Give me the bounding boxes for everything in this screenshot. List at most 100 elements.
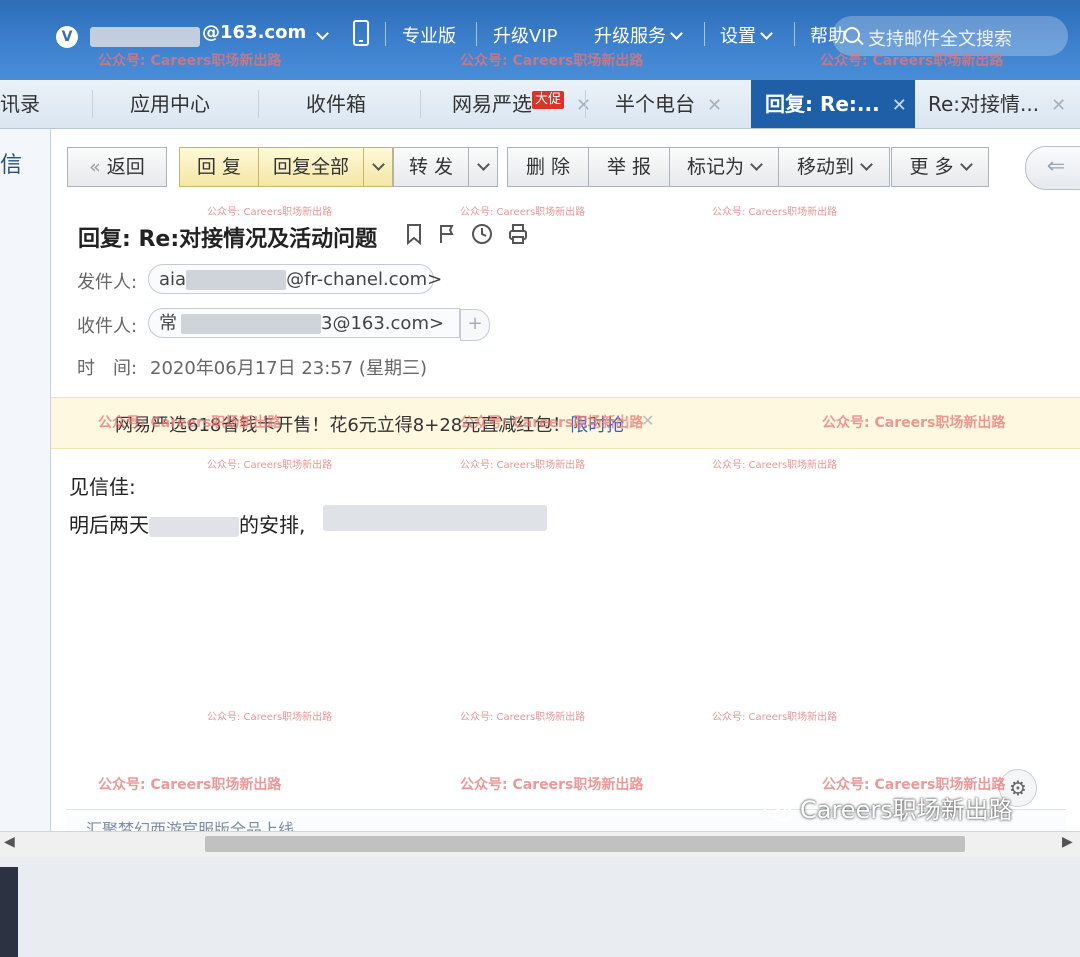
chevron-down-icon (371, 158, 385, 171)
chevron-down-icon (760, 27, 773, 40)
delete-button[interactable]: 删 除 (507, 147, 589, 187)
scroll-left-icon[interactable]: ◀ (4, 834, 15, 850)
account-email[interactable]: @163.com (202, 22, 306, 43)
report-button[interactable]: 举 报 (588, 147, 670, 187)
bookmark-icon[interactable] (405, 223, 423, 249)
brand-watermark: Careers职场新出路 (764, 790, 1013, 825)
clock-icon[interactable] (471, 223, 493, 249)
close-icon[interactable]: ✕ (892, 95, 907, 116)
body-text-start: 明后两天 (69, 513, 149, 537)
mobile-phone-icon[interactable] (352, 20, 370, 51)
wechat-icon (764, 800, 793, 822)
chevron-down-icon (670, 27, 683, 40)
close-icon[interactable]: ✕ (576, 95, 591, 116)
tab-re-docking[interactable]: Re:对接情... ✕ (928, 80, 1066, 128)
left-nav: 信 (0, 129, 51, 957)
tab-label: 讯录 (0, 92, 40, 116)
more-label: 更 多 (909, 156, 954, 178)
menu-pro-edition[interactable]: 专业版 (402, 22, 456, 48)
divider (704, 22, 705, 46)
tab-label: Re:对接情... (928, 92, 1040, 116)
divider (794, 22, 795, 46)
menu-upgrade-vip[interactable]: 升级VIP (493, 22, 557, 48)
tab-radio[interactable]: 半个电台 ✕ (615, 80, 722, 128)
redacted-text (186, 270, 287, 290)
chevron-down-icon (959, 158, 973, 171)
subject-actions (405, 223, 538, 249)
tab-yanxuan[interactable]: 网易严选 大促 ✕ (452, 80, 591, 128)
scroll-right-icon[interactable]: ▶ (1062, 834, 1073, 850)
recipient-address[interactable]: 常 3@163.com> (148, 308, 460, 338)
email-body-line: 明后两天 的安排, (69, 509, 305, 538)
divider (258, 90, 259, 118)
mail-toolbar: «返回 回 复 回复全部 转 发 删 除 举 报 标记为 移动到 更 多 ⇐ (51, 129, 1080, 199)
back-button-label: 返回 (106, 156, 145, 178)
mail-reader: «返回 回 复 回复全部 转 发 删 除 举 报 标记为 移动到 更 多 ⇐ 回… (51, 129, 1080, 832)
promo-banner: 网易严选618省钱卡开售！花6元立得8+28元直减红包！限时抢 ✕ (51, 397, 1080, 449)
close-icon[interactable]: ✕ (641, 411, 654, 430)
email-greeting: 见信佳: (69, 475, 136, 499)
menu-settings-label: 设置 (720, 26, 756, 47)
mark-as-button[interactable]: 标记为 (669, 147, 779, 187)
footer-ad-text[interactable]: 汇聚梦幻西游官服版全品上线 (86, 816, 294, 832)
promo-link[interactable]: 限时抢 (570, 415, 624, 436)
search-icon (844, 27, 860, 43)
redacted-text (181, 314, 321, 334)
sender-address[interactable]: aia @fr-chanel.com> (148, 264, 442, 294)
tab-label: 收件箱 (306, 92, 366, 116)
recipient-suffix: 3@163.com> (321, 313, 445, 334)
divider (476, 22, 477, 46)
top-bar: V @163.com 专业版 升级VIP 升级服务 设置 帮助 支持邮件全文搜索 (0, 0, 1080, 80)
send-time: 2020年06月17日 23:57 (星期三) (150, 358, 427, 379)
previous-arrow-icon[interactable]: ⇐ (1025, 146, 1080, 190)
move-to-button[interactable]: 移动到 (778, 147, 890, 187)
search-input[interactable]: 支持邮件全文搜索 (832, 16, 1068, 56)
forward-dropdown-button[interactable] (468, 147, 498, 187)
time-label: 时 间: (77, 358, 138, 379)
menu-settings[interactable]: 设置 (720, 22, 773, 48)
tab-label: 回复: Re:... (765, 92, 880, 116)
close-icon[interactable]: ✕ (1051, 95, 1066, 116)
reply-button[interactable]: 回 复 (179, 147, 259, 187)
tab-reply-active[interactable]: 回复: Re:... ✕ (751, 80, 915, 128)
redacted-text (149, 516, 239, 537)
menu-upgrade-service[interactable]: 升级服务 (594, 22, 683, 48)
chevron-down-icon (750, 158, 763, 171)
tab-label: 应用中心 (130, 92, 210, 116)
more-button[interactable]: 更 多 (891, 147, 989, 187)
left-nav-label[interactable]: 信 (0, 147, 22, 179)
chevron-down-icon (476, 158, 490, 171)
search-placeholder: 支持邮件全文搜索 (868, 29, 1012, 50)
divider (92, 90, 93, 118)
email-subject: 回复: Re:对接情况及活动问题 (78, 227, 378, 252)
from-label: 发件人: (77, 272, 138, 293)
tab-bar: 讯录 应用中心 收件箱 网易严选 大促 ✕ 半个电台 ✕ 回复: Re:... ✕ Re… (0, 80, 1080, 129)
sender-prefix: aia (159, 269, 187, 290)
promo-text: 网易严选618省钱卡开售！花6元立得8+28元直减红包！限时抢 (115, 411, 624, 437)
reply-all-button[interactable]: 回复全部 (258, 147, 364, 187)
mark-as-label: 标记为 (686, 156, 744, 178)
horizontal-scrollbar[interactable]: ◀ ▶ (0, 831, 1080, 857)
account-name-redacted (90, 27, 200, 47)
to-label: 收件人: (77, 316, 138, 337)
back-button[interactable]: «返回 (67, 147, 167, 187)
forward-button[interactable]: 转 发 (393, 147, 469, 187)
account-chevron-down-icon[interactable] (312, 26, 329, 47)
tab-contacts[interactable]: 讯录 (0, 80, 90, 128)
redacted-text (323, 505, 547, 531)
flag-icon[interactable] (438, 223, 456, 249)
close-icon[interactable]: ✕ (707, 95, 722, 116)
body-text-end: 的安排, (239, 513, 306, 537)
promo-badge: 大促 (532, 91, 565, 109)
tab-app-center[interactable]: 应用中心 (130, 80, 210, 128)
scrollbar-thumb[interactable] (205, 836, 965, 852)
tab-label: 半个电台 (615, 92, 695, 116)
menu-upgrade-service-label: 升级服务 (594, 26, 666, 47)
print-icon[interactable] (508, 223, 528, 249)
brand-watermark-text: Careers职场新出路 (800, 796, 1013, 824)
reply-dropdown-button[interactable] (363, 147, 393, 187)
side-image (0, 867, 18, 957)
tab-inbox[interactable]: 收件箱 (306, 80, 366, 128)
vip-icon[interactable]: V (56, 26, 78, 48)
add-contact-icon[interactable]: + (460, 309, 490, 341)
